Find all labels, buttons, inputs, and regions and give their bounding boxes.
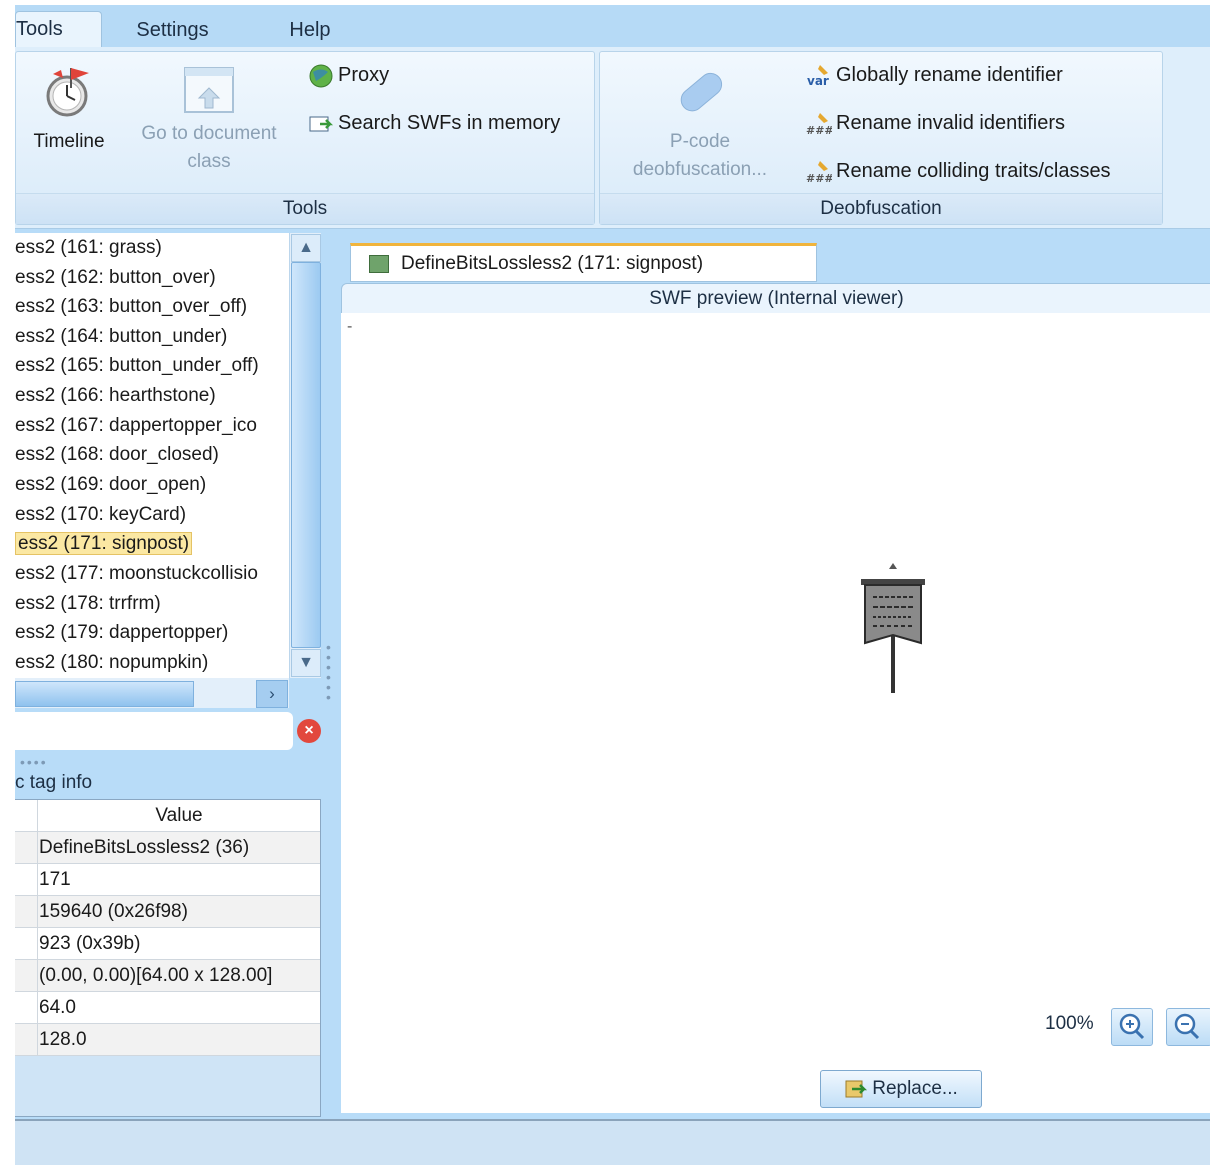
horizontal-splitter-dots[interactable]: ••••	[20, 754, 48, 770]
tree-item[interactable]: ess2 (180: nopumpkin)	[15, 648, 208, 677]
search-swfs-label: Search SWFs in memory	[338, 112, 561, 134]
value-column-header[interactable]: Value	[39, 800, 319, 831]
signpost-image	[861, 563, 925, 693]
rename-var-icon: var	[806, 63, 832, 89]
timeline-label: Timeline	[33, 131, 105, 152]
tree-item[interactable]: ess2 (169: door_open)	[15, 470, 206, 499]
zoom-in-button[interactable]	[1111, 1008, 1153, 1046]
table-row[interactable]: 64.0	[15, 992, 320, 1024]
rename-colliding-button[interactable]: ### Rename colliding traits/classes	[806, 156, 1111, 186]
svg-text:###: ###	[806, 124, 832, 137]
tree-item[interactable]: ess2 (177: moonstuckcollisio	[15, 559, 258, 588]
tab-tools[interactable]: Tools	[15, 11, 102, 48]
document-tab[interactable]: DefineBitsLossless2 (171: signpost)	[350, 243, 817, 282]
tab-settings[interactable]: Settings	[125, 13, 220, 47]
zoom-level: 100%	[1045, 1013, 1094, 1034]
zoom-in-icon	[1119, 1013, 1145, 1040]
tree-item[interactable]: ess2 (162: button_over)	[15, 263, 216, 292]
proxy-button[interactable]: Proxy	[308, 60, 389, 90]
tree-item[interactable]: ess2 (167: dappertopper_ico	[15, 411, 257, 440]
tree-filter-input[interactable]	[15, 712, 293, 750]
tree-item[interactable]: ess2 (170: keyCard)	[15, 500, 186, 529]
replace-icon	[845, 1080, 868, 1098]
document-tab-label: DefineBitsLossless2 (171: signpost)	[401, 253, 704, 274]
table-row[interactable]: 128.0	[15, 1024, 320, 1056]
tab-help[interactable]: Help	[275, 13, 345, 47]
tree-item[interactable]: ess2 (178: trrfrm)	[15, 589, 161, 618]
replace-label: Replace...	[872, 1078, 958, 1099]
document-class-icon	[181, 64, 237, 120]
ribbon-tab-bar: Tools Settings Help	[15, 5, 1210, 48]
image-icon	[369, 255, 389, 273]
go-to-document-label-2: class	[187, 151, 231, 172]
rename-invalid-button[interactable]: ### Rename invalid identifiers	[806, 108, 1065, 138]
tag-info-table: Value DefineBitsLossless2 (36) 171 15964…	[15, 799, 321, 1117]
ribbon: Timeline Go to document class Proxy Sear…	[15, 47, 1210, 229]
table-row[interactable]: 923 (0x39b)	[15, 928, 320, 960]
preview-status-dash: -	[347, 318, 353, 335]
tree-scroll-thumb[interactable]	[291, 262, 321, 648]
swf-preview-header: SWF preview (Internal viewer)	[341, 283, 1210, 314]
tag-info-title: c tag info	[15, 772, 93, 793]
globally-rename-button[interactable]: var Globally rename identifier	[806, 60, 1063, 90]
tree-item[interactable]: ess2 (165: button_under_off)	[15, 351, 259, 380]
rename-colliding-icon: ###	[806, 159, 834, 185]
rename-colliding-label: Rename colliding traits/classes	[836, 160, 1111, 182]
go-to-document-class-button[interactable]: Go to document class	[124, 64, 294, 176]
go-to-document-label: Go to document	[141, 123, 277, 144]
svg-text:var: var	[807, 74, 829, 88]
tree-item[interactable]: ess2 (164: button_under)	[15, 322, 227, 351]
status-bar	[15, 1119, 1210, 1165]
pcode-deobfuscation-button[interactable]: P-code deobfuscation...	[610, 64, 790, 184]
tree-item[interactable]: ess2 (166: hearthstone)	[15, 381, 216, 410]
tree-item-selected[interactable]: ess2 (171: signpost)	[15, 529, 193, 558]
vertical-splitter-dots[interactable]: • • • • • •	[326, 640, 336, 704]
table-header-row: Value	[15, 800, 320, 832]
scroll-up-icon[interactable]: ▲	[291, 234, 321, 262]
tree-item[interactable]: ess2 (168: door_closed)	[15, 440, 219, 469]
table-row[interactable]: (0.00, 0.00)[64.00 x 128.00]	[15, 960, 320, 992]
table-row[interactable]: 171	[15, 864, 320, 896]
search-swfs-button[interactable]: Search SWFs in memory	[308, 108, 560, 138]
tag-tree[interactable]: ess2 (161: grass) ess2 (162: button_over…	[15, 233, 289, 678]
scroll-down-icon[interactable]: ▼	[291, 649, 321, 677]
clear-icon[interactable]: ×	[297, 719, 321, 743]
tools-group: Timeline Go to document class Proxy Sear…	[15, 51, 595, 225]
tab-help-label: Help	[289, 19, 331, 41]
timeline-icon	[41, 64, 97, 120]
tree-item[interactable]: ess2 (163: button_over_off)	[15, 292, 247, 321]
replace-button[interactable]: Replace...	[820, 1070, 982, 1108]
swf-preview-canvas[interactable]	[341, 313, 1210, 1113]
search-memory-icon	[308, 111, 334, 137]
tools-group-title: Tools	[16, 193, 594, 224]
zoom-out-icon	[1174, 1013, 1200, 1040]
globally-rename-label: Globally rename identifier	[836, 64, 1063, 86]
table-row[interactable]: 159640 (0x26f98)	[15, 896, 320, 928]
globe-icon	[308, 63, 334, 89]
deobfuscation-group: P-code deobfuscation... var Globally ren…	[599, 51, 1163, 225]
proxy-label: Proxy	[338, 64, 390, 86]
table-row[interactable]: DefineBitsLossless2 (36)	[15, 832, 320, 864]
pill-icon	[672, 64, 728, 120]
scroll-right-icon[interactable]: ›	[256, 680, 288, 708]
tree-item[interactable]: ess2 (161: grass)	[15, 233, 162, 262]
timeline-button[interactable]: Timeline	[20, 64, 118, 156]
rename-hash-icon: ###	[806, 111, 834, 137]
svg-text:###: ###	[806, 172, 832, 185]
pcode-label-2: deobfuscation...	[632, 159, 768, 180]
tree-hscroll-thumb[interactable]	[15, 681, 194, 707]
tab-tools-label: Tools	[16, 18, 63, 40]
tab-settings-label: Settings	[136, 19, 209, 41]
deobfuscation-group-title: Deobfuscation	[600, 193, 1162, 224]
tree-item[interactable]: ess2 (179: dappertopper)	[15, 618, 228, 647]
rename-invalid-label: Rename invalid identifiers	[836, 112, 1066, 134]
pcode-label: P-code	[669, 131, 731, 152]
zoom-out-button[interactable]	[1166, 1008, 1210, 1046]
